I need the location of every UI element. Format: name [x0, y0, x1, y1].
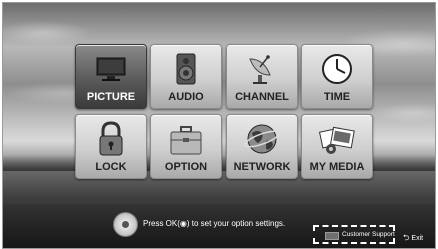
menu-tile-label: TIME: [323, 91, 351, 103]
back-arrow-icon: ⮌: [403, 233, 410, 242]
clock-icon: [322, 54, 352, 84]
padlock-icon: [99, 121, 123, 156]
customer-support-label: Customer Support: [342, 231, 395, 238]
menu-tile-time[interactable]: TIME: [301, 44, 373, 109]
globe-icon: [244, 124, 280, 154]
menu-grid: PICTURE AUDIO CHANNEL TIME LOCK OPTION N…: [75, 44, 373, 180]
footer-hint-text: Press OK(◉) to set your option settings.: [143, 219, 286, 228]
menu-tile-lock[interactable]: LOCK: [75, 114, 147, 179]
menu-tile-audio[interactable]: AUDIO: [150, 44, 222, 109]
exit-label: Exit: [411, 235, 424, 242]
menu-tile-label: CHANNEL: [235, 91, 289, 103]
remote-ok-button-icon: [113, 212, 138, 237]
photos-icon: [318, 126, 355, 154]
satellite-dish-icon: [249, 55, 271, 84]
menu-tile-label: OPTION: [164, 161, 208, 173]
exit-button[interactable]: ⮌ Exit: [403, 232, 423, 246]
tv-icon: [96, 57, 126, 81]
tv-home-screen: PICTURE AUDIO CHANNEL TIME LOCK OPTION N…: [2, 2, 436, 249]
menu-tile-channel[interactable]: CHANNEL: [226, 44, 298, 109]
toolbox-icon: [170, 126, 202, 155]
menu-tile-network[interactable]: NETWORK: [226, 114, 298, 179]
menu-tile-my-media[interactable]: MY MEDIA: [301, 114, 373, 179]
menu-tile-label: AUDIO: [168, 91, 204, 103]
menu-tile-picture[interactable]: PICTURE: [75, 44, 147, 109]
menu-tile-label: LOCK: [95, 161, 127, 173]
remote-key-icon: [325, 232, 339, 240]
menu-tile-label: NETWORK: [233, 161, 291, 173]
menu-tile-option[interactable]: OPTION: [150, 114, 222, 179]
menu-tile-label: PICTURE: [86, 91, 136, 103]
menu-tile-label: MY MEDIA: [309, 161, 365, 173]
customer-support-button[interactable]: Customer Support: [313, 225, 395, 244]
speaker-icon: [176, 53, 196, 85]
